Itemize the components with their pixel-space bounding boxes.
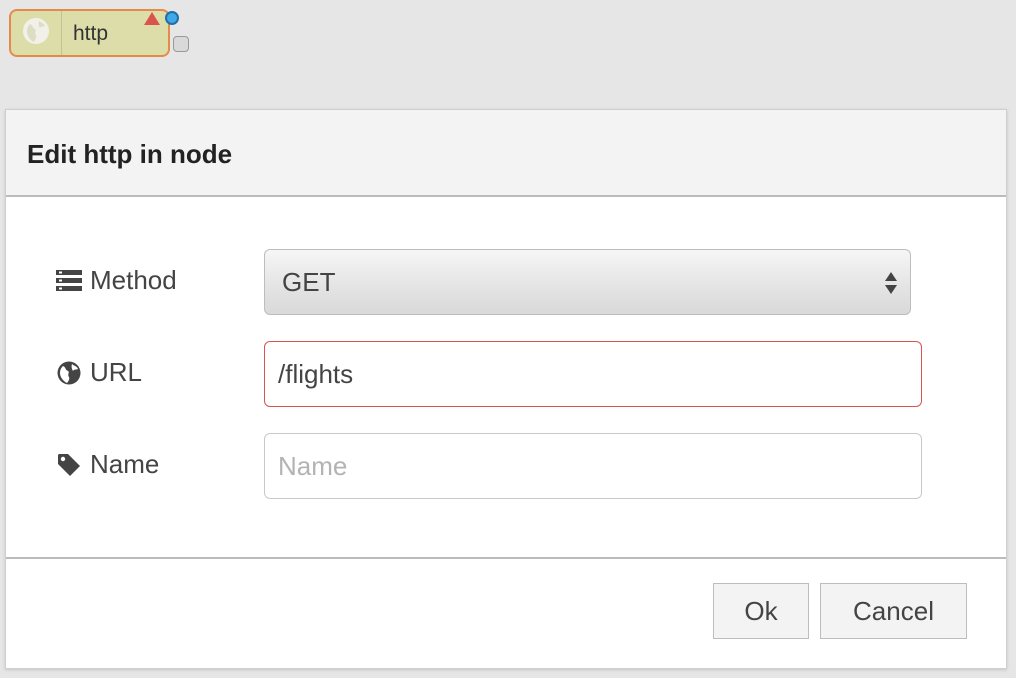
dialog-header: Edit http in node: [6, 110, 1006, 197]
url-label: URL: [56, 357, 142, 388]
globe-icon: [56, 360, 82, 386]
name-row: Name: [6, 433, 1006, 499]
method-row: Method GET: [6, 249, 1006, 315]
node-label: http: [73, 22, 109, 45]
method-label: Method: [56, 265, 177, 296]
dialog-title: Edit http in node: [27, 139, 233, 169]
http-in-node[interactable]: http: [9, 9, 189, 57]
method-select[interactable]: GET: [264, 249, 911, 315]
node-error-indicator: [144, 12, 160, 25]
ok-button[interactable]: Ok: [713, 583, 809, 639]
tag-icon: [56, 452, 82, 478]
name-label-text: Name: [90, 449, 160, 479]
url-label-text: URL: [90, 357, 143, 387]
edit-node-dialog: Edit http in node Method GET URL /flight…: [5, 109, 1007, 669]
name-label: Name: [56, 449, 159, 480]
url-row: URL: [6, 341, 1006, 407]
name-input[interactable]: [264, 433, 922, 499]
node-changed-indicator: [165, 11, 179, 25]
dialog-footer: Ok Cancel: [6, 557, 1006, 668]
select-arrows-icon: [884, 270, 898, 296]
node-output-port[interactable]: [173, 36, 189, 52]
workspace-canvas: http Edit http in node Method GET URL /f…: [0, 0, 1016, 678]
method-select-value: GET: [282, 267, 336, 297]
node-icon-area: [11, 11, 62, 55]
cancel-button[interactable]: Cancel: [820, 583, 967, 639]
method-label-text: Method: [90, 265, 177, 295]
globe-icon: [21, 16, 51, 51]
url-input[interactable]: [264, 341, 922, 407]
list-icon: [56, 268, 82, 294]
